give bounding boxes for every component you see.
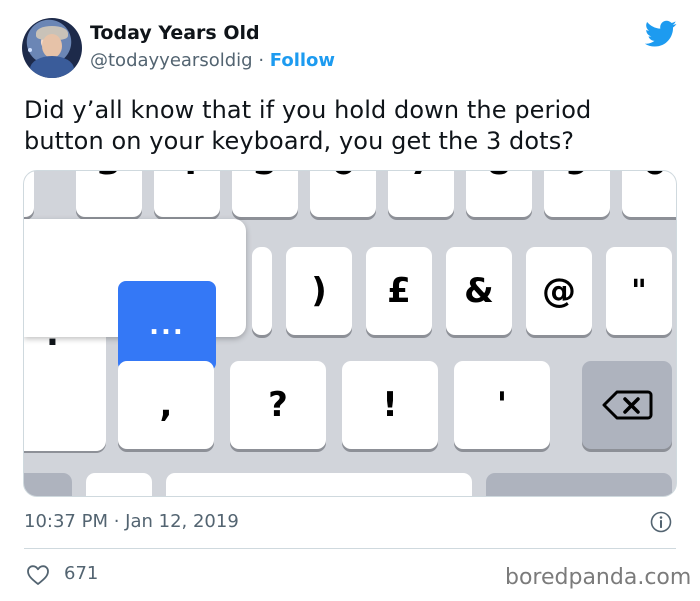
space-bar (166, 473, 472, 496)
keyboard-key: & (446, 247, 512, 335)
keyboard-key: @ (526, 247, 592, 335)
backspace-key (582, 361, 672, 449)
keyboard-key: 7 (388, 171, 454, 217)
like-count: 671 (64, 563, 99, 584)
keyboard-key: 5 (232, 171, 298, 217)
backspace-icon (602, 390, 653, 420)
keyboard-key (24, 171, 34, 217)
keyboard-key (86, 473, 152, 496)
divider (24, 548, 676, 549)
period-variant[interactable]: . (46, 317, 59, 351)
keyboard-key: 6 (310, 171, 376, 217)
avatar[interactable] (22, 18, 82, 78)
keyboard-key: , (118, 361, 214, 449)
tweet-timestamp[interactable]: 10:37 PM · Jan 12, 2019 (24, 511, 239, 532)
keyboard-key: £ (366, 247, 432, 335)
follow-button[interactable]: Follow (270, 50, 335, 71)
keyboard-key (252, 247, 272, 335)
author-handle[interactable]: @todayyearsoldig (90, 50, 253, 71)
handle-row: @todayyearsoldig · Follow (90, 50, 335, 71)
keyboard-key: ' (454, 361, 550, 449)
key-variant-popup: . ... (24, 219, 246, 371)
keyboard-key (24, 473, 72, 496)
popup-stem (24, 331, 106, 451)
twitter-bird-icon[interactable] (645, 20, 677, 48)
keyboard-key: 0 (622, 171, 676, 217)
keyboard-key: 4 (154, 171, 220, 217)
keyboard-key: ) (286, 247, 352, 335)
watermark: boredpanda.com (505, 565, 692, 590)
keyboard-key: " (606, 247, 672, 335)
keyboard-key: ? (230, 361, 326, 449)
separator-dot: · (252, 50, 270, 71)
tweet-media-keyboard-image[interactable]: 3 4 5 6 7 8 9 0 ) £ & @ " . ... , ? ! ' (23, 170, 677, 497)
ellipsis-variant-selected[interactable]: ... (118, 281, 216, 371)
keyboard-key: 8 (466, 171, 532, 217)
keyboard-key: 3 (76, 171, 142, 217)
keyboard-key (486, 473, 672, 496)
keyboard-key: ! (342, 361, 438, 449)
author-name[interactable]: Today Years Old (90, 22, 260, 44)
keyboard-key: 9 (544, 171, 610, 217)
info-icon[interactable] (650, 511, 672, 533)
heart-icon[interactable] (26, 564, 50, 586)
tweet-text: Did y’all know that if you hold down the… (24, 96, 592, 155)
